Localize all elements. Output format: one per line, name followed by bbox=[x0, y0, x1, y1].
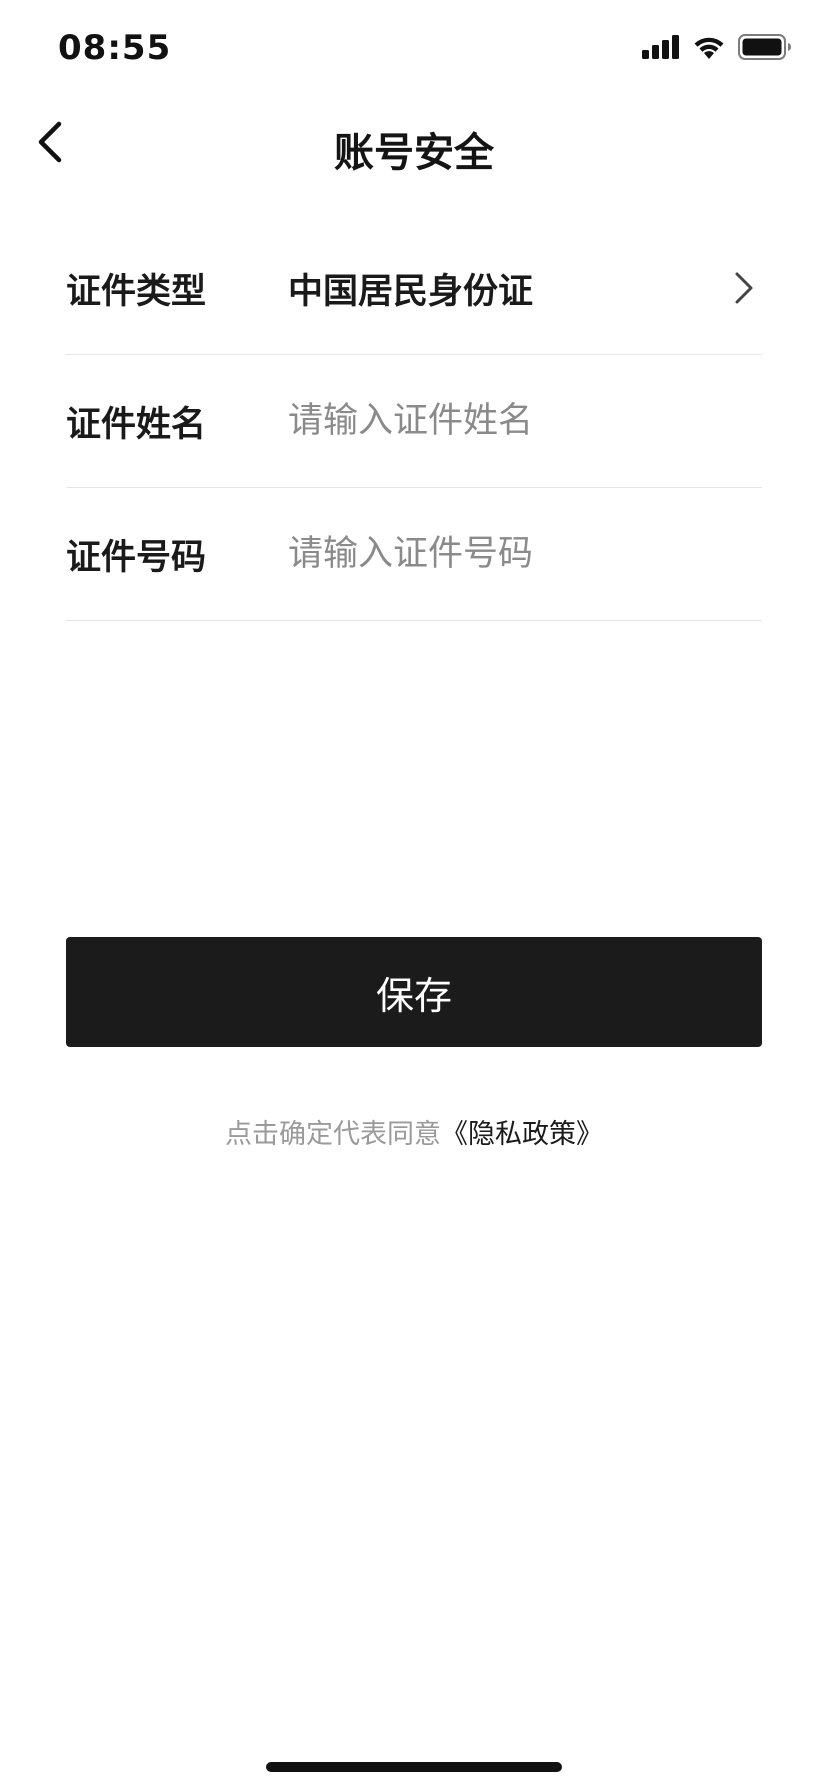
id-name-input[interactable] bbox=[288, 391, 762, 451]
status-time: 08:55 bbox=[58, 28, 172, 68]
id-type-row[interactable]: 证件类型 中国居民身份证 bbox=[66, 222, 762, 355]
home-indicator bbox=[266, 1762, 562, 1772]
id-number-label: 证件号码 bbox=[66, 537, 207, 578]
id-number-input[interactable] bbox=[288, 524, 762, 584]
id-name-row: 证件姓名 bbox=[66, 355, 762, 488]
chevron-right-icon bbox=[730, 268, 758, 308]
page-title: 账号安全 bbox=[334, 130, 494, 176]
policy-prefix-text: 点击确定代表同意 bbox=[225, 1119, 441, 1150]
policy-agreement: 点击确定代表同意《隐私政策》 bbox=[0, 1112, 828, 1151]
id-number-row: 证件号码 bbox=[66, 488, 762, 621]
status-bar: 08:55 bbox=[0, 0, 828, 100]
signal-icon bbox=[642, 35, 680, 63]
privacy-policy-link[interactable]: 《隐私政策》 bbox=[441, 1119, 603, 1150]
wifi-icon bbox=[692, 34, 726, 64]
status-icons bbox=[642, 34, 792, 64]
battery-icon bbox=[738, 34, 792, 64]
id-type-label: 证件类型 bbox=[66, 271, 207, 312]
nav-bar: 账号安全 bbox=[0, 100, 828, 188]
save-button[interactable]: 保存 bbox=[66, 937, 762, 1047]
id-name-label: 证件姓名 bbox=[66, 404, 207, 445]
id-type-value: 中国居民身份证 bbox=[288, 271, 534, 312]
id-form: 证件类型 中国居民身份证 证件姓名 证件号码 bbox=[66, 222, 762, 621]
